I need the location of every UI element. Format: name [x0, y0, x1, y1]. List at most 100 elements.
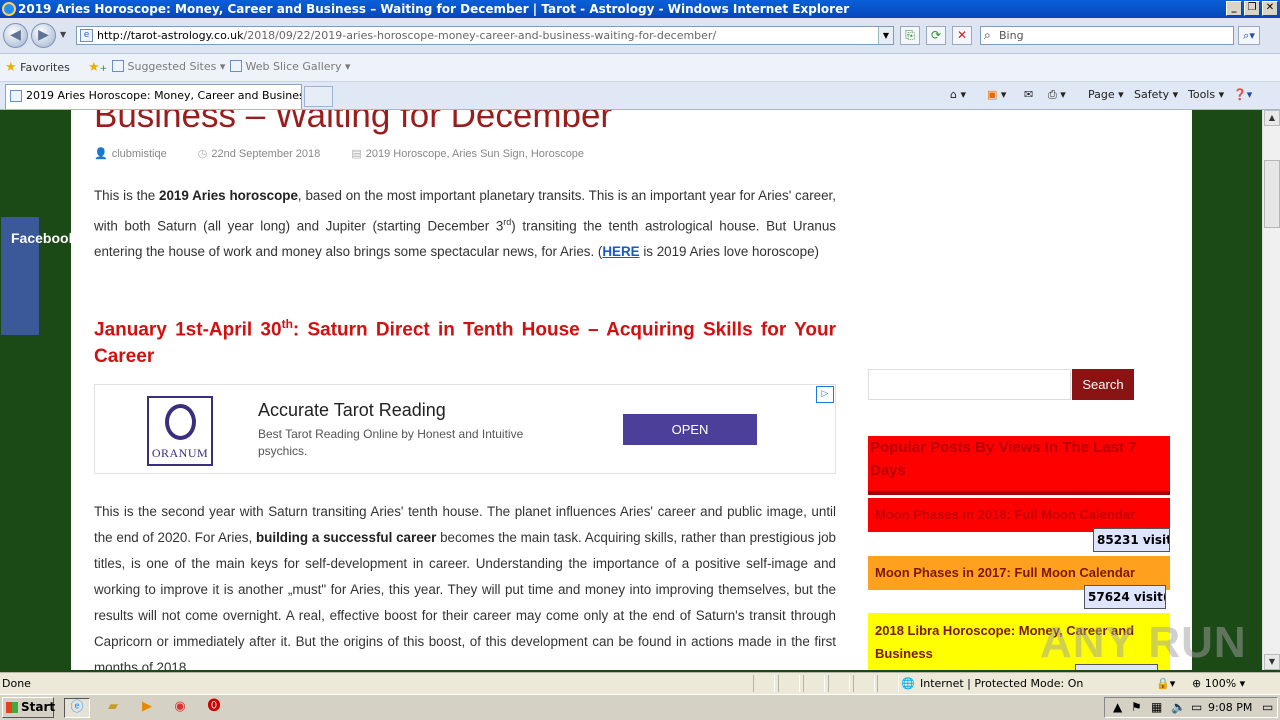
media-player-taskbar-icon[interactable]: ▶ — [134, 698, 160, 718]
help-icon[interactable]: ❓▾ — [1233, 88, 1252, 101]
window-controls: _ ❐ ✕ — [1226, 1, 1278, 16]
visit-count: 85231 visit(s) — [1093, 528, 1170, 552]
web-slice-gallery-button[interactable]: Web Slice Gallery ▾ — [230, 60, 351, 73]
user-icon: 👤 — [94, 148, 108, 160]
sidebar-search-button[interactable]: Search — [1072, 369, 1134, 400]
document-icon: ▤ — [351, 148, 362, 160]
ad-open-button[interactable]: OPEN — [623, 414, 757, 445]
tools-menu-label: Tools — [1188, 88, 1216, 101]
tab-label: 2019 Aries Horoscope: Money, Career and … — [26, 89, 302, 102]
ie-logo-icon — [2, 2, 16, 16]
back-arrow-icon[interactable]: ◀ — [3, 23, 28, 48]
author[interactable]: 👤 clubmistiqe — [94, 148, 181, 160]
window-title: 2019 Aries Horoscope: Money, Career and … — [18, 2, 850, 16]
article-meta: 👤 clubmistiqe ◷ 22nd September 2018 ▤ 2019 … — [94, 147, 612, 160]
body-paragraph: This is the second year with Saturn tran… — [94, 504, 836, 670]
scroll-down-icon[interactable]: ▼ — [1264, 654, 1280, 670]
window-titlebar: 2019 Aries Horoscope: Money, Career and … — [0, 0, 1280, 18]
anyrun-watermark: ANY RUN — [1040, 618, 1247, 667]
visit-count: 57624 visit(s) — [1084, 585, 1166, 609]
power-icon[interactable]: ▭ — [1191, 700, 1202, 714]
ad-description: Best Tarot Reading Online by Honest and … — [258, 427, 524, 458]
feeds-icon[interactable]: ▣ ▾ — [987, 88, 1006, 101]
globe-icon: 🌐 — [901, 677, 915, 690]
ad-headline[interactable]: Accurate Tarot Reading — [258, 400, 446, 421]
favorites-star-icon: ★ — [5, 60, 17, 75]
safety-menu[interactable]: Safety ▾ — [1134, 88, 1178, 101]
search-go-icon[interactable]: ⌕▾ — [1238, 26, 1260, 45]
address-path: /2018/09/22/2019-aries-horoscope-money-c… — [243, 29, 717, 42]
zoom-level[interactable]: ⊕ 100% ▾ — [1192, 677, 1245, 690]
address-domain: http://tarot-astrology.co.uk — [97, 29, 244, 42]
page-icon — [230, 60, 242, 72]
compatibility-view-icon[interactable]: ⎘ — [900, 26, 920, 45]
print-icon[interactable]: ⎙ ▾ — [1048, 88, 1066, 102]
browser-tab[interactable]: 2019 Aries Horoscope: Money, Career and … — [5, 84, 302, 109]
ad-choices-icon[interactable]: ▷ — [816, 386, 834, 403]
close-button[interactable]: ✕ — [1262, 1, 1278, 16]
address-dropdown-icon[interactable]: ▼ — [878, 27, 893, 44]
explorer-taskbar-icon[interactable]: ▰ — [100, 698, 126, 718]
suggested-sites-button[interactable]: Suggested Sites ▾ — [112, 60, 225, 73]
popular-post-link[interactable]: Moon Phases in 2018: Full Moon Calendar — [868, 498, 1170, 532]
favorites-button[interactable]: ★ Favorites — [5, 60, 70, 75]
start-button[interactable]: Start — [2, 697, 56, 718]
tools-menu[interactable]: Tools ▾ — [1188, 88, 1224, 101]
windows-flag-icon — [6, 702, 18, 713]
status-bar: Done 🌐 Internet | Protected Mode: On 🔒▾ … — [0, 672, 1280, 694]
read-mail-icon[interactable]: ✉ — [1024, 88, 1033, 101]
clock-icon: ◷ — [197, 148, 208, 160]
page-icon — [112, 60, 124, 72]
body-bold: building a successful career — [255, 530, 437, 545]
scroll-thumb[interactable] — [1264, 160, 1280, 228]
intro-bold: 2019 Aries horoscope — [159, 188, 298, 203]
home-icon[interactable]: ⌂ ▾ — [950, 88, 966, 101]
recent-pages-dropdown-icon[interactable]: ▼ — [60, 30, 66, 39]
section-heading: January 1st-April 30th: Saturn Direct in… — [94, 317, 836, 368]
security-zone[interactable]: Internet | Protected Mode: On — [920, 677, 1083, 690]
start-label: Start — [21, 700, 56, 714]
volume-icon[interactable]: 🔈 — [1171, 700, 1186, 714]
page-menu[interactable]: Page ▾ — [1088, 88, 1124, 101]
tab-bar: 2019 Aries Horoscope: Money, Career and … — [0, 82, 1280, 110]
bing-search-icon: ⌕ — [984, 28, 991, 42]
add-favorites-icon[interactable]: ★+ — [88, 60, 107, 75]
intro-paragraph: This is the 2019 Aries horoscope, based … — [94, 188, 836, 260]
flag-icon[interactable]: ⚑ — [1131, 700, 1142, 714]
ie-taskbar-icon[interactable]: ⓔ — [64, 698, 90, 718]
page-icon: e — [80, 29, 93, 42]
tray-expand-icon[interactable]: ▲ — [1113, 700, 1122, 714]
protected-mode-icon[interactable]: 🔒▾ — [1156, 677, 1175, 690]
chrome-taskbar-icon[interactable]: ◉ — [167, 698, 193, 718]
post-categories[interactable]: ▤ 2019 Horoscope, Aries Sun Sign, Horosco… — [351, 148, 598, 160]
status-text: Done — [2, 677, 31, 690]
oranum-logo: ORANUM — [147, 396, 213, 466]
vertical-scrollbar[interactable]: ▲ ▼ — [1262, 110, 1280, 670]
antivirus-taskbar-icon[interactable]: ⓿ — [201, 698, 227, 718]
show-desktop-icon[interactable]: ▭ — [1262, 700, 1273, 714]
scroll-up-icon[interactable]: ▲ — [1264, 110, 1280, 126]
safety-menu-label: Safety — [1134, 88, 1170, 101]
stop-icon[interactable]: ✕ — [952, 26, 972, 45]
forward-arrow-icon[interactable]: ▶ — [31, 23, 56, 48]
refresh-icon[interactable]: ⟳ — [926, 26, 946, 45]
address-bar[interactable]: e http://tarot-astrology.co.uk/2018/09/2… — [76, 26, 894, 45]
minimize-button[interactable]: _ — [1226, 1, 1242, 16]
advertisement[interactable]: ORANUM Accurate Tarot Reading Best Tarot… — [94, 384, 836, 474]
navigation-bar: ◀ ▶ ▼ e http://tarot-astrology.co.uk/201… — [0, 18, 1280, 54]
clock[interactable]: 9:08 PM — [1208, 701, 1252, 714]
facebook-tab-label: Facebook — [11, 230, 77, 246]
search-input[interactable]: ⌕ Bing — [980, 26, 1234, 45]
restore-button[interactable]: ❐ — [1244, 1, 1260, 16]
new-tab-button[interactable] — [304, 86, 333, 107]
post-date: ◷ 22nd September 2018 — [197, 148, 321, 160]
love-horoscope-link[interactable]: HERE — [602, 244, 639, 259]
sidebar-search-input[interactable] — [868, 369, 1071, 400]
taskbar: Start ⓔ ▰ ▶ ◉ ⓿ ▲ ⚑ ▦ 🔈 ▭ 9:08 PM ▭ — [0, 694, 1280, 720]
web-slice-gallery-label: Web Slice Gallery — [245, 60, 342, 73]
network-icon[interactable]: ▦ — [1151, 700, 1162, 714]
article-title: Business – Waiting for December — [94, 110, 613, 135]
facebook-tab[interactable]: Facebook — [1, 217, 76, 335]
suggested-sites-label: Suggested Sites — [127, 60, 217, 73]
page-menu-label: Page — [1088, 88, 1115, 101]
